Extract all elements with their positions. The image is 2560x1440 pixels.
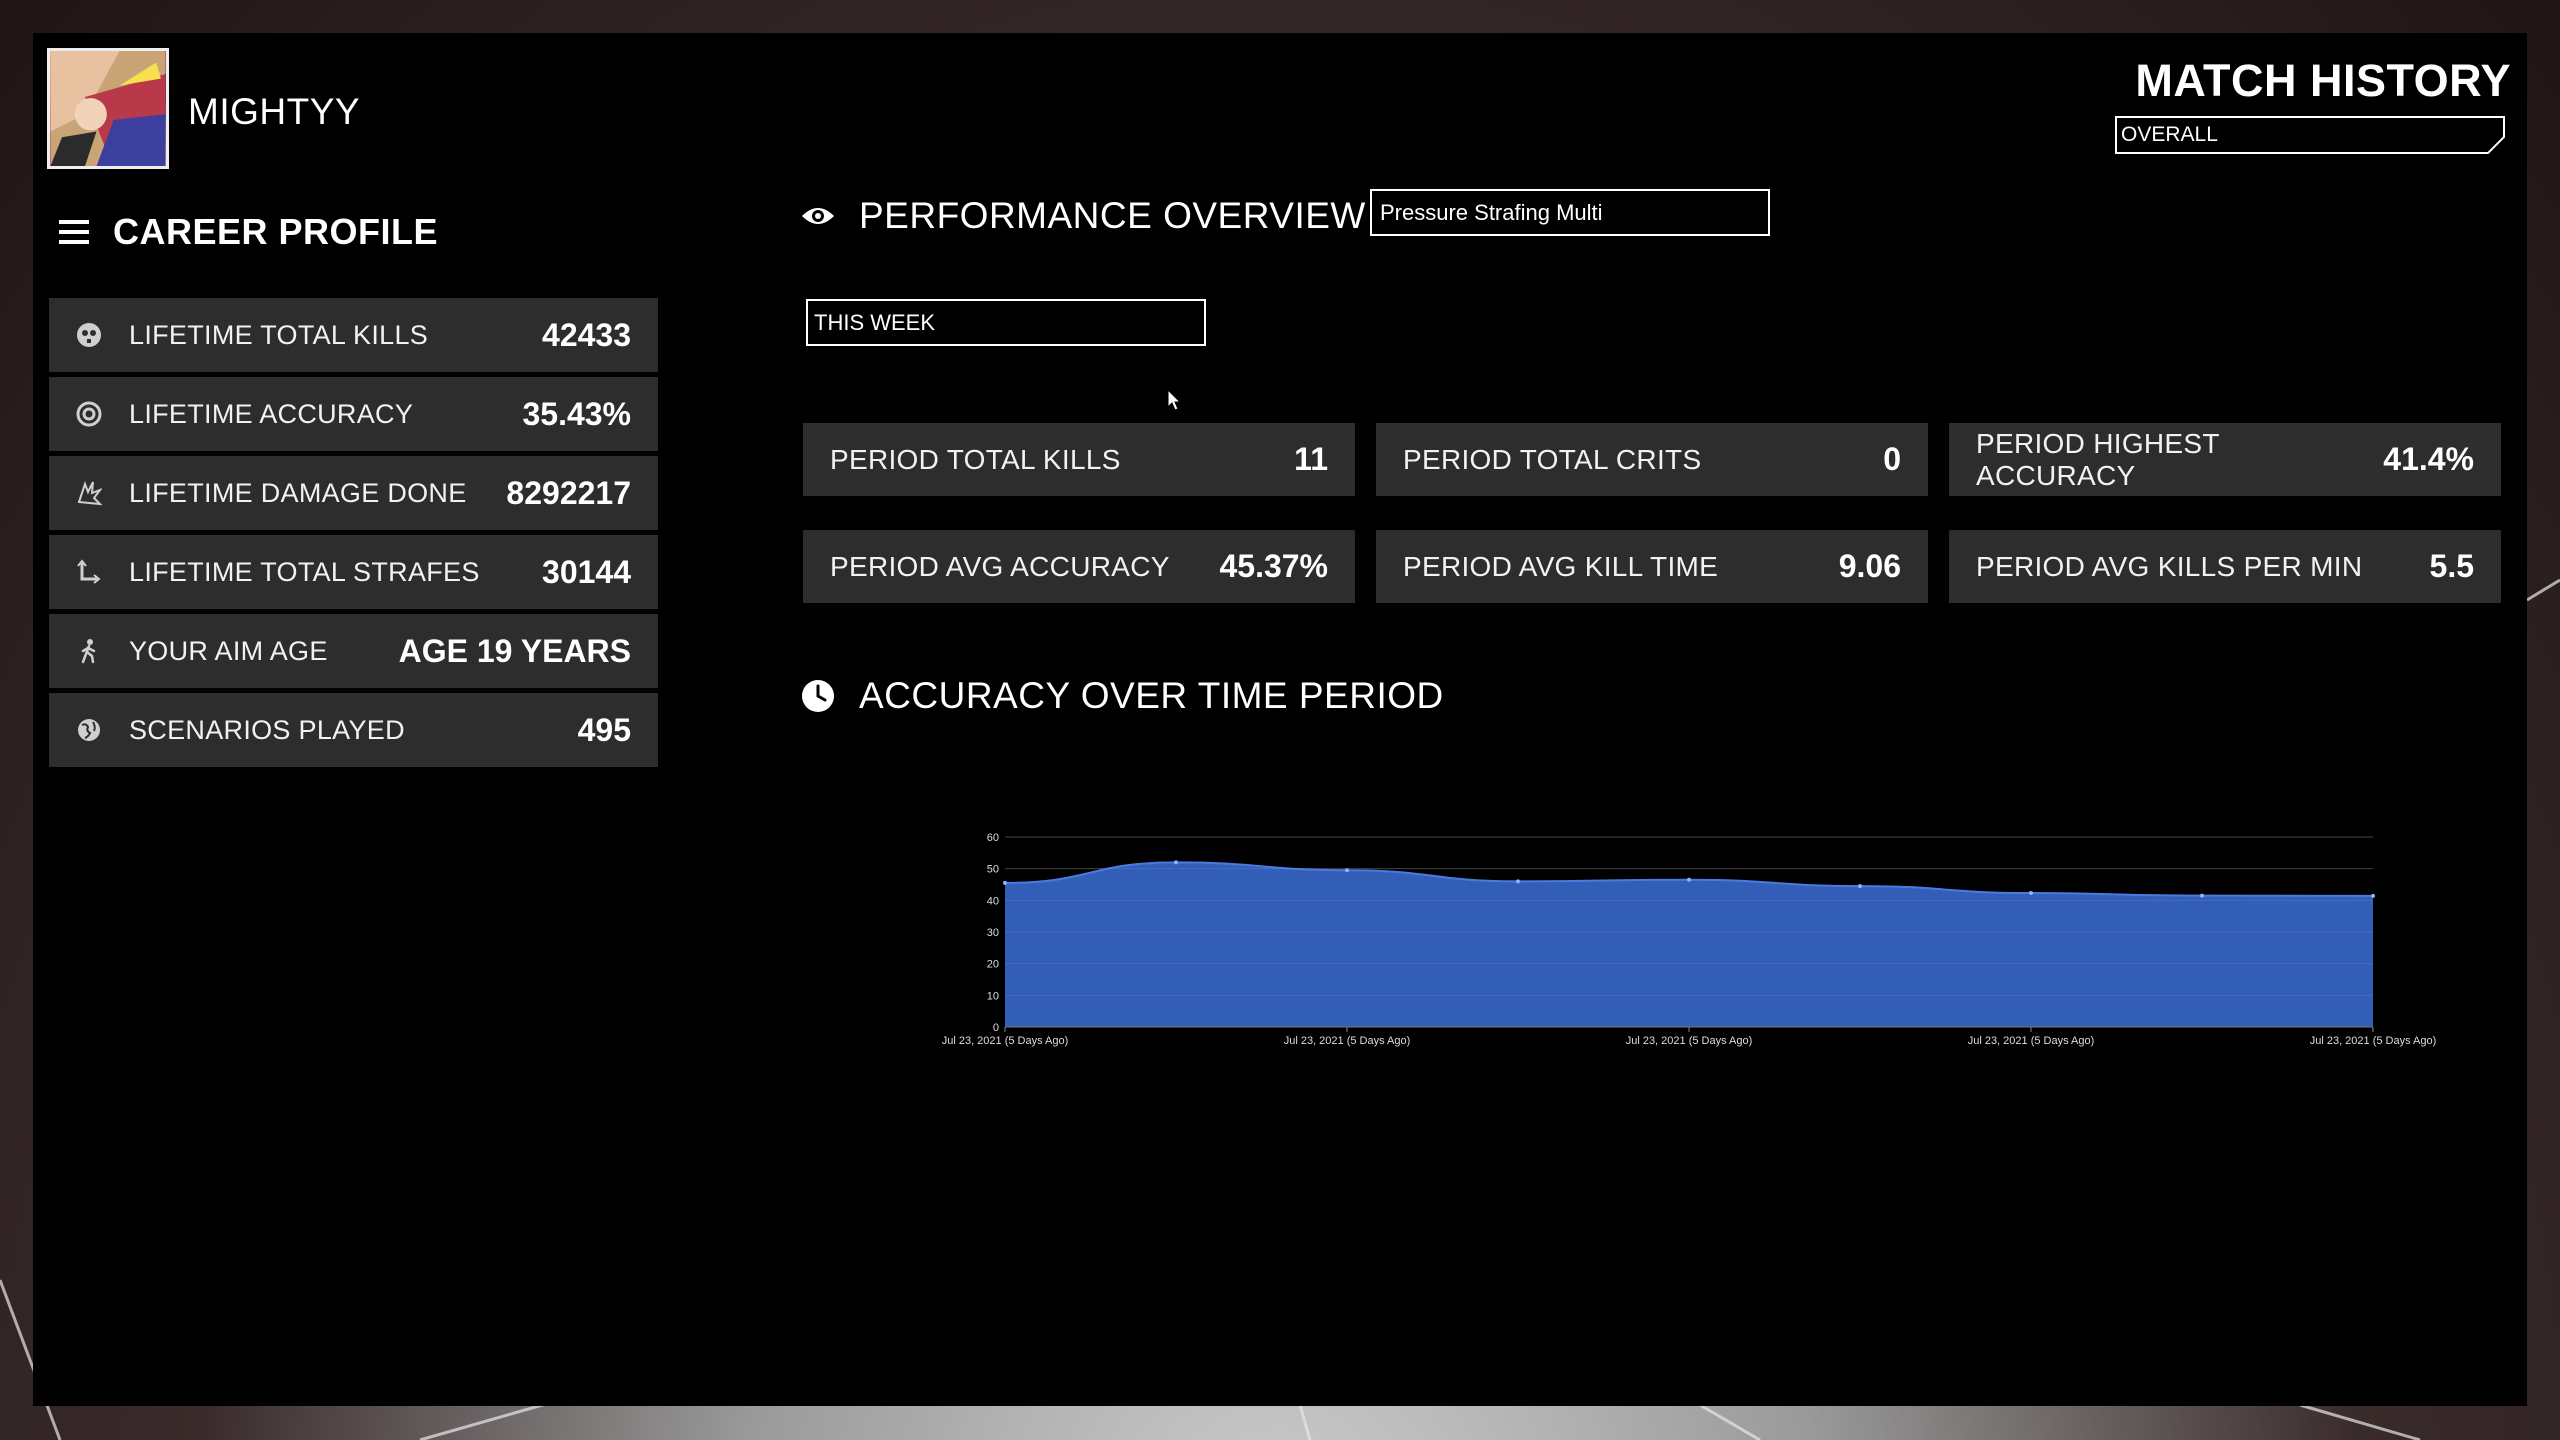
eye-icon [802,208,834,224]
data-point [2200,893,2204,898]
y-tick-label: 10 [987,990,999,1002]
dropdown-corner-icon [2487,136,2505,154]
career-stat-value: 495 [577,711,631,748]
y-tick-label: 0 [993,1022,999,1034]
career-stat-label: LIFETIME TOTAL STRAFES [129,556,480,587]
period-stat-label: PERIOD AVG KILL TIME [1403,550,1719,582]
period-stat-value: 9.06 [1838,548,1901,584]
accuracy-over-time-header: ACCURACY OVER TIME PERIOD [801,675,1444,717]
career-stat-value: AGE 19 YEARS [398,632,631,669]
career-stat-label: SCENARIOS PLAYED [129,714,405,745]
career-stat-label: LIFETIME DAMAGE DONE [129,477,467,508]
data-point [2029,891,2033,896]
y-tick-label: 50 [987,864,999,876]
y-tick-label: 40 [987,895,999,907]
period-stat-card: PERIOD AVG ACCURACY 45.37% [803,530,1355,603]
accuracy-chart[interactable]: 0 10 20 30 40 50 60 Jul 23, 2021 (5 Days Ago) Ju… [893,813,2453,1053]
target-icon [75,400,103,428]
career-profile-list: LIFETIME TOTAL KILLS 42433 LIFETIME ACCU… [49,298,658,772]
period-stat-card: PERIOD AVG KILLS PER MIN 5.5 [1949,530,2501,603]
period-stat-value: 41.4% [2383,441,2474,477]
period-stat-card: PERIOD AVG KILL TIME 9.06 [1376,530,1928,603]
data-point [1174,860,1178,865]
career-stat-value: 42433 [542,316,631,353]
strafe-arrow-icon [75,558,103,586]
period-stat-label: PERIOD HIGHEST ACCURACY [1976,427,2220,491]
x-tick-label: Jul 23, 2021 (5 Days Ago) [1284,1035,1411,1047]
data-point [2371,893,2375,898]
scenario-select[interactable]: Pressure Strafing Multi [1370,189,1770,236]
period-stat-value: 5.5 [2429,548,2474,584]
data-point [1003,880,1007,885]
match-history-dropdown[interactable]: OVERALL [2115,116,2505,154]
period-stat-value: 45.37% [1219,548,1328,584]
match-history-title[interactable]: MATCH HISTORY [2135,55,2511,107]
period-stat-label: PERIOD AVG ACCURACY [830,550,1170,582]
performance-overview-header: PERFORMANCE OVERVIEW [801,195,1366,237]
avatar[interactable] [47,48,169,169]
explosion-icon [75,479,103,507]
career-stat-value: 35.43% [522,395,631,432]
career-profile-header: CAREER PROFILE [59,211,438,253]
performance-overview-title: PERFORMANCE OVERVIEW [859,195,1366,236]
career-stat-row: LIFETIME DAMAGE DONE 8292217 [49,456,658,530]
username: MIGHTYY [188,91,361,132]
x-tick-label: Jul 23, 2021 (5 Days Ago) [942,1035,1069,1047]
career-stat-row: LIFETIME ACCURACY 35.43% [49,377,658,451]
period-stat-label: PERIOD TOTAL KILLS [830,443,1121,475]
period-select[interactable]: THIS WEEK [806,299,1206,346]
x-tick-label: Jul 23, 2021 (5 Days Ago) [1968,1035,2095,1047]
accuracy-area [1005,862,2373,1027]
period-stat-label: PERIOD AVG KILLS PER MIN [1976,550,2363,582]
data-point [1858,884,1862,889]
career-stat-label: LIFETIME ACCURACY [129,398,414,429]
data-point [1687,877,1691,882]
walking-person-icon [75,637,103,665]
y-tick-label: 60 [987,832,999,844]
period-stat-label: PERIOD TOTAL CRITS [1403,443,1702,475]
period-stat-card: PERIOD HIGHEST ACCURACY 41.4% [1949,423,2501,496]
period-stat-value: 11 [1294,441,1328,477]
career-stat-row: SCENARIOS PLAYED 495 [49,693,658,767]
x-tick-label: Jul 23, 2021 (5 Days Ago) [1626,1035,1753,1047]
period-stat-value: 0 [1883,441,1901,477]
y-tick-label: 20 [987,959,999,971]
career-stat-row: LIFETIME TOTAL KILLS 42433 [49,298,658,372]
x-tick-label: Jul 23, 2021 (5 Days Ago) [2310,1035,2437,1047]
mouse-cursor-icon [1167,389,1181,411]
hamburger-menu-icon[interactable] [59,220,89,244]
match-history-selected: OVERALL [2121,123,2218,146]
period-stat-card: PERIOD TOTAL CRITS 0 [1376,423,1928,496]
clock-icon [802,680,834,712]
data-point [1516,879,1520,884]
globe-icon [75,716,103,744]
main-panel: MIGHTYY MATCH HISTORY OVERALL CAREER PRO… [33,33,2527,1406]
career-profile-title: CAREER PROFILE [113,211,439,252]
period-stat-card: PERIOD TOTAL KILLS 11 [803,423,1355,496]
career-stat-row: LIFETIME TOTAL STRAFES 30144 [49,535,658,609]
accuracy-over-time-title: ACCURACY OVER TIME PERIOD [859,675,1444,716]
career-stat-label: LIFETIME TOTAL KILLS [129,319,429,350]
career-stat-row: YOUR AIM AGE AGE 19 YEARS [49,614,658,688]
career-stat-value: 8292217 [506,474,631,511]
career-stat-label: YOUR AIM AGE [129,635,328,666]
career-stat-value: 30144 [542,553,631,590]
avatar-image [50,51,166,166]
skull-icon [75,321,103,349]
y-tick-label: 30 [987,927,999,939]
